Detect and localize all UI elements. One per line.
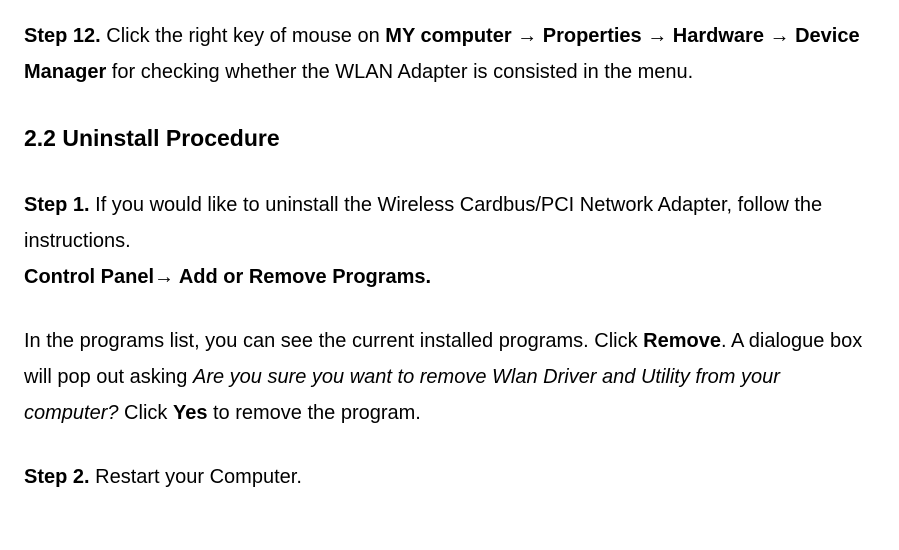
add-remove-programs-label: Add or Remove Programs. [174, 266, 431, 288]
arrow-icon: → [642, 25, 673, 47]
after-yes-text: to remove the program. [207, 402, 420, 424]
after-italic-text: Click [119, 402, 173, 424]
arrow-icon: → [512, 25, 543, 47]
path-properties: Properties [543, 25, 642, 47]
yes-label: Yes [173, 402, 207, 424]
step-12-text-after: for checking whether the WLAN Adapter is… [106, 61, 693, 83]
step-1: Step 1. If you would like to uninstall t… [24, 187, 875, 259]
step-12-label: Step 12. [24, 25, 101, 47]
path-hardware: Hardware [673, 25, 764, 47]
spacer [24, 295, 875, 323]
step-12: Step 12. Click the right key of mouse on… [24, 18, 875, 90]
step-1-label: Step 1. [24, 194, 90, 216]
step-2-text: Restart your Computer. [90, 466, 302, 488]
remove-label: Remove [643, 330, 721, 352]
arrow-icon: → [154, 266, 174, 288]
step-1-text: If you would like to uninstall the Wirel… [24, 194, 822, 252]
step-2: Step 2. Restart your Computer. [24, 459, 875, 495]
path-my-computer: MY computer [385, 25, 511, 47]
section-heading-2-2: 2.2 Uninstall Procedure [24, 118, 875, 159]
step-12-text-before: Click the right key of mouse on [101, 25, 386, 47]
spacer [24, 431, 875, 459]
remove-paragraph: In the programs list, you can see the cu… [24, 323, 875, 431]
control-panel-path: Control Panel→ Add or Remove Programs. [24, 259, 875, 295]
step-2-label: Step 2. [24, 466, 90, 488]
arrow-icon: → [764, 25, 795, 47]
control-panel-label: Control Panel [24, 266, 154, 288]
remove-before-text: In the programs list, you can see the cu… [24, 330, 643, 352]
